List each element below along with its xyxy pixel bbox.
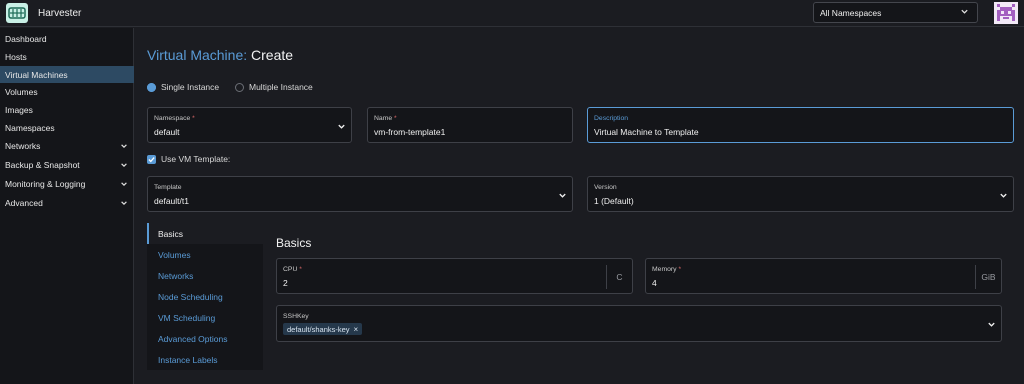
sidebar-item-monitoring-logging[interactable]: Monitoring & Logging bbox=[0, 175, 134, 192]
field-label: Namespace * bbox=[154, 115, 195, 122]
sidebar-item-label: Images bbox=[5, 105, 33, 115]
chevron-down-icon bbox=[120, 142, 128, 152]
field-label: Description bbox=[594, 115, 628, 122]
tab-instance-labels[interactable]: Instance Labels bbox=[147, 349, 263, 370]
breadcrumb-link[interactable]: Virtual Machine: bbox=[147, 47, 247, 63]
sidebar-item-label: Monitoring & Logging bbox=[5, 179, 86, 189]
namespace-filter-value: All Namespaces bbox=[820, 8, 882, 18]
namespace-select[interactable]: Namespace * default bbox=[147, 107, 352, 143]
memory-field[interactable]: Memory * 4 GiB bbox=[645, 258, 1002, 294]
radio-label: Single Instance bbox=[161, 82, 220, 92]
sidebar-item-hosts[interactable]: Hosts bbox=[0, 48, 134, 65]
field-label: Name * bbox=[374, 115, 397, 122]
sidebar-item-advanced[interactable]: Advanced bbox=[0, 194, 134, 211]
chevron-down-icon bbox=[987, 320, 996, 331]
sidebar-item-label: Hosts bbox=[5, 52, 27, 62]
cpu-field[interactable]: CPU * 2 C bbox=[276, 258, 633, 294]
app-title: Harvester bbox=[38, 8, 82, 19]
sidebar-item-label: Backup & Snapshot bbox=[5, 160, 80, 170]
radio-single-instance[interactable]: Single Instance bbox=[147, 82, 219, 92]
chevron-down-icon bbox=[120, 161, 128, 171]
chevron-down-icon bbox=[558, 191, 567, 202]
sidebar-item-label: Volumes bbox=[5, 87, 38, 97]
tab-vm-scheduling[interactable]: VM Scheduling bbox=[147, 307, 263, 328]
field-label: CPU * bbox=[283, 266, 302, 273]
chevron-down-icon bbox=[960, 7, 969, 18]
chevron-down-icon bbox=[120, 180, 128, 190]
chevron-down-icon bbox=[120, 199, 128, 209]
harvester-logo-icon[interactable] bbox=[6, 3, 28, 23]
version-value: 1 (Default) bbox=[594, 196, 634, 206]
page-action: Create bbox=[251, 47, 294, 63]
top-header: Harvester All Namespaces bbox=[0, 0, 1024, 27]
sidebar-item-label: Dashboard bbox=[5, 34, 47, 44]
close-icon[interactable]: × bbox=[354, 325, 359, 334]
sidebar-item-volumes[interactable]: Volumes bbox=[0, 83, 134, 100]
sidebar-item-namespaces[interactable]: Namespaces bbox=[0, 119, 134, 136]
tab-networks[interactable]: Networks bbox=[147, 265, 263, 286]
radio-checked-icon[interactable] bbox=[147, 82, 156, 92]
field-label: Template bbox=[154, 184, 182, 191]
template-select[interactable]: Template default/t1 bbox=[147, 176, 573, 212]
namespace-value: default bbox=[154, 127, 180, 137]
template-value: default/t1 bbox=[154, 196, 189, 206]
cpu-unit: C bbox=[606, 265, 632, 289]
radio-multiple-instance[interactable]: Multiple Instance bbox=[235, 82, 313, 92]
cpu-value: 2 bbox=[283, 278, 288, 288]
section-title: Basics bbox=[276, 236, 312, 250]
tab-advanced-options[interactable]: Advanced Options bbox=[147, 328, 263, 349]
use-vm-template-checkbox[interactable]: Use VM Template: bbox=[147, 154, 230, 164]
memory-unit: GiB bbox=[975, 265, 1001, 289]
sidebar-item-virtual-machines[interactable]: Virtual Machines bbox=[0, 66, 134, 83]
sidebar-item-images[interactable]: Images bbox=[0, 101, 134, 118]
vm-config-tabs: Basics Volumes Networks Node Scheduling … bbox=[147, 223, 263, 371]
chip-label: default/shanks-key bbox=[287, 324, 350, 334]
radio-unchecked-icon[interactable] bbox=[235, 82, 244, 92]
checkbox-checked-icon[interactable] bbox=[147, 154, 156, 164]
sidebar-item-label: Advanced bbox=[5, 198, 43, 208]
sidebar-item-dashboard[interactable]: Dashboard bbox=[0, 30, 134, 47]
page-title: Virtual Machine: Create bbox=[147, 47, 293, 63]
description-value: Virtual Machine to Template bbox=[594, 127, 699, 137]
memory-value: 4 bbox=[652, 278, 657, 288]
checkbox-label: Use VM Template: bbox=[161, 154, 231, 164]
field-label: Version bbox=[594, 184, 617, 191]
name-value: vm-from-template1 bbox=[374, 127, 446, 137]
namespace-filter-select[interactable]: All Namespaces bbox=[813, 2, 978, 23]
sidebar: Dashboard Hosts Virtual Machines Volumes… bbox=[0, 28, 134, 384]
sidebar-item-label: Namespaces bbox=[5, 123, 55, 133]
field-label: SSHKey bbox=[283, 313, 309, 320]
user-avatar-icon[interactable] bbox=[994, 2, 1018, 24]
version-select[interactable]: Version 1 (Default) bbox=[587, 176, 1014, 212]
field-label: Memory * bbox=[652, 266, 682, 273]
chevron-down-icon bbox=[337, 122, 346, 133]
tab-volumes[interactable]: Volumes bbox=[147, 244, 263, 265]
sidebar-item-label: Virtual Machines bbox=[5, 70, 68, 80]
sidebar-item-label: Networks bbox=[5, 141, 41, 151]
tab-basics[interactable]: Basics bbox=[147, 223, 263, 244]
sshkey-select[interactable]: SSHKey bbox=[276, 305, 1002, 342]
sidebar-item-networks[interactable]: Networks bbox=[0, 137, 134, 154]
description-field[interactable]: Description Virtual Machine to Template bbox=[587, 107, 1014, 143]
sshkey-chip: default/shanks-key × bbox=[283, 323, 363, 335]
radio-label: Multiple Instance bbox=[249, 82, 313, 92]
chevron-down-icon bbox=[999, 191, 1008, 202]
sidebar-item-backup-snapshot[interactable]: Backup & Snapshot bbox=[0, 156, 134, 173]
name-field[interactable]: Name * vm-from-template1 bbox=[367, 107, 573, 143]
tab-node-scheduling[interactable]: Node Scheduling bbox=[147, 286, 263, 307]
